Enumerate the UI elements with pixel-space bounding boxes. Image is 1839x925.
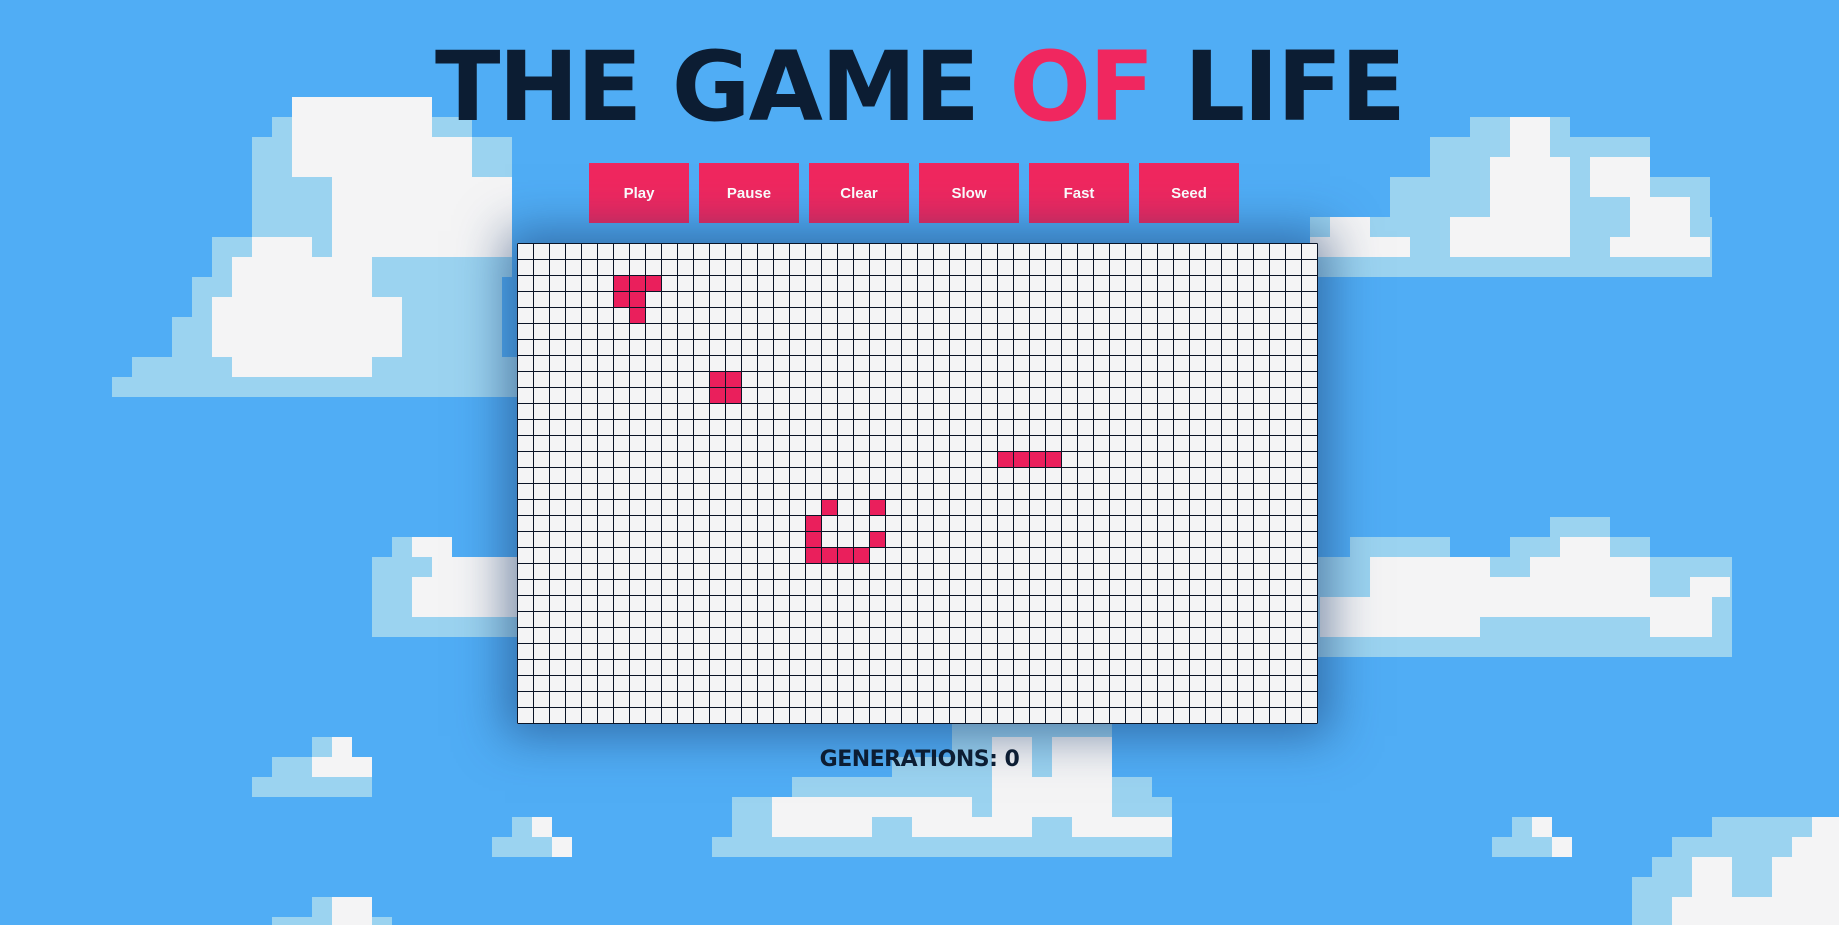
live-cell[interactable] xyxy=(805,547,822,564)
title-part-1: THE GAME xyxy=(434,31,1010,143)
live-cell[interactable] xyxy=(613,291,630,308)
live-cell[interactable] xyxy=(1029,451,1046,468)
live-cell[interactable] xyxy=(805,515,822,532)
live-cell[interactable] xyxy=(629,307,646,324)
live-cell[interactable] xyxy=(613,275,630,292)
live-cell[interactable] xyxy=(837,547,854,564)
cloud-bottom-tiny-right xyxy=(1492,817,1572,857)
live-cell[interactable] xyxy=(805,531,822,548)
control-bar: Play Pause Clear Slow Fast Seed xyxy=(589,163,1239,223)
play-button[interactable]: Play xyxy=(589,163,689,223)
live-cell[interactable] xyxy=(709,371,726,388)
page-title: THE GAME OF LIFE xyxy=(0,32,1839,142)
cloud-bottom-center xyxy=(712,717,1172,857)
generations-value: 0 xyxy=(1004,747,1020,772)
live-cell[interactable] xyxy=(709,387,726,404)
slow-button[interactable]: Slow xyxy=(919,163,1019,223)
live-cell[interactable] xyxy=(821,499,838,516)
clear-button[interactable]: Clear xyxy=(809,163,909,223)
live-cell[interactable] xyxy=(725,387,742,404)
pause-button[interactable]: Pause xyxy=(699,163,799,223)
game-grid[interactable] xyxy=(517,243,1318,724)
cloud-bottom-tiny-left xyxy=(492,817,572,857)
game-board[interactable] xyxy=(517,243,1318,724)
cloud-middle-left xyxy=(372,537,532,637)
cloud-bottom-edge xyxy=(272,897,392,925)
cloud-middle-right xyxy=(1300,517,1732,657)
generation-counter: GENERATIONS: 0 xyxy=(0,746,1839,774)
live-cell[interactable] xyxy=(821,547,838,564)
title-part-3: LIFE xyxy=(1152,31,1406,143)
live-cell[interactable] xyxy=(853,547,870,564)
live-cell[interactable] xyxy=(997,451,1014,468)
live-cell[interactable] xyxy=(1045,451,1062,468)
generations-label: GENERATIONS: xyxy=(819,747,998,772)
live-cell[interactable] xyxy=(645,275,662,292)
live-cell[interactable] xyxy=(869,531,886,548)
title-part-accent: OF xyxy=(1009,31,1154,143)
cloud-bottom-right xyxy=(1632,817,1839,925)
live-cell[interactable] xyxy=(725,371,742,388)
seed-button[interactable]: Seed xyxy=(1139,163,1239,223)
live-cell[interactable] xyxy=(629,291,646,308)
live-cell[interactable] xyxy=(629,275,646,292)
fast-button[interactable]: Fast xyxy=(1029,163,1129,223)
live-cell[interactable] xyxy=(869,499,886,516)
live-cell[interactable] xyxy=(1013,451,1030,468)
